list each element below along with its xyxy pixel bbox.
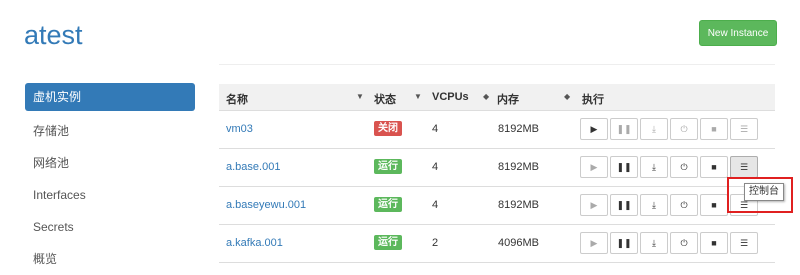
pause-button[interactable]: ❚❚	[610, 156, 638, 178]
sidebar-item-overview[interactable]: 概览	[25, 243, 195, 275]
sidebar-item-instances[interactable]: 虚机实例	[25, 83, 195, 111]
shutdown-button[interactable]: ⏻	[670, 232, 698, 254]
force-off-button[interactable]: ■	[700, 156, 728, 178]
download-icon: ⤓	[652, 161, 656, 172]
status-badge: 关闭	[374, 121, 402, 136]
table-row: a.base.001 运行 4 8192MB ▶ ❚❚ ⤓ ⏻ ■ ☰	[219, 149, 775, 187]
sidebar-item-storage-pools[interactable]: 存储池	[25, 115, 195, 147]
sort-icon[interactable]: ▼	[356, 92, 364, 101]
sidebar-item-network-pools[interactable]: 网络池	[25, 147, 195, 179]
console-icon: ☰	[739, 123, 749, 134]
start-button[interactable]: ▶	[580, 194, 608, 216]
start-button[interactable]: ▶	[580, 156, 608, 178]
sidebar-item-interfaces[interactable]: Interfaces	[25, 179, 195, 211]
play-icon: ▶	[590, 199, 598, 210]
play-icon: ▶	[590, 237, 598, 248]
pause-button[interactable]: ❚❚	[610, 118, 638, 140]
save-button[interactable]: ⤓	[640, 156, 668, 178]
stop-icon: ■	[711, 200, 717, 210]
pause-icon: ❚❚	[616, 199, 632, 210]
column-header-name[interactable]: 名称	[226, 91, 248, 107]
instance-name-link[interactable]: a.kafka.001	[226, 237, 283, 249]
sort-icon[interactable]: ▼	[414, 92, 422, 101]
power-icon: ⏻	[680, 199, 688, 210]
force-off-button[interactable]: ■	[700, 194, 728, 216]
instances-table: 名称 ▼ 状态 ▼ VCPUs ◆ 内存 ◆ 执行 vm03 关闭 4 8192…	[219, 84, 775, 263]
status-badge: 运行	[374, 159, 402, 174]
save-button[interactable]: ⤓	[640, 232, 668, 254]
vcpus-value: 4	[432, 161, 439, 173]
table-header: 名称 ▼ 状态 ▼ VCPUs ◆ 内存 ◆ 执行	[219, 84, 775, 111]
memory-value: 4096MB	[498, 237, 539, 249]
pause-button[interactable]: ❚❚	[610, 232, 638, 254]
pause-icon: ❚❚	[616, 123, 632, 134]
console-icon: ☰	[739, 161, 749, 172]
vcpus-value: 4	[432, 199, 439, 211]
status-badge: 运行	[374, 235, 402, 250]
column-header-vcpus[interactable]: VCPUs	[432, 91, 469, 103]
table-row: vm03 关闭 4 8192MB ▶ ❚❚ ⤓ ⏻ ■ ☰	[219, 111, 775, 149]
status-badge: 运行	[374, 197, 402, 212]
stop-icon: ■	[711, 238, 717, 248]
table-row: a.baseyewu.001 运行 4 8192MB ▶ ❚❚ ⤓ ⏻ ■ ☰	[219, 187, 775, 225]
sort-icon[interactable]: ◆	[564, 92, 570, 101]
instance-name-link[interactable]: a.base.001	[226, 161, 280, 173]
vcpus-value: 4	[432, 123, 439, 135]
pause-icon: ❚❚	[616, 237, 632, 248]
power-icon: ⏻	[680, 161, 688, 172]
column-header-actions: 执行	[582, 94, 604, 106]
sidebar: 虚机实例 存储池 网络池 Interfaces Secrets 概览	[25, 83, 195, 275]
console-button[interactable]: ☰	[730, 156, 758, 178]
shutdown-button[interactable]: ⏻	[670, 156, 698, 178]
save-button[interactable]: ⤓	[640, 194, 668, 216]
save-button[interactable]: ⤓	[640, 118, 668, 140]
console-button[interactable]: ☰	[730, 232, 758, 254]
play-icon: ▶	[590, 123, 598, 134]
play-icon: ▶	[590, 161, 598, 172]
console-icon: ☰	[739, 237, 749, 248]
pause-icon: ❚❚	[616, 161, 632, 172]
console-button[interactable]: ☰	[730, 118, 758, 140]
power-icon: ⏻	[680, 237, 688, 248]
stop-icon: ■	[711, 124, 717, 134]
new-instance-button[interactable]: New Instance	[699, 20, 777, 46]
stop-icon: ■	[711, 162, 717, 172]
sidebar-item-secrets[interactable]: Secrets	[25, 211, 195, 243]
page-title: atest	[24, 20, 83, 50]
memory-value: 8192MB	[498, 199, 539, 211]
header-divider	[219, 64, 775, 65]
download-icon: ⤓	[652, 123, 656, 134]
action-buttons: ▶ ❚❚ ⤓ ⏻ ■ ☰	[580, 118, 760, 140]
power-icon: ⏻	[680, 123, 688, 134]
force-off-button[interactable]: ■	[700, 232, 728, 254]
start-button[interactable]: ▶	[580, 118, 608, 140]
column-header-status[interactable]: 状态	[374, 91, 396, 107]
column-header-memory[interactable]: 内存	[497, 91, 519, 107]
download-icon: ⤓	[652, 199, 656, 210]
action-buttons: ▶ ❚❚ ⤓ ⏻ ■ ☰	[580, 156, 760, 178]
highlight-box	[727, 177, 793, 213]
table-row: a.kafka.001 运行 2 4096MB ▶ ❚❚ ⤓ ⏻ ■ ☰	[219, 225, 775, 263]
vcpus-value: 2	[432, 237, 439, 249]
memory-value: 8192MB	[498, 161, 539, 173]
instance-name-link[interactable]: a.baseyewu.001	[226, 199, 306, 211]
shutdown-button[interactable]: ⏻	[670, 118, 698, 140]
download-icon: ⤓	[652, 237, 656, 248]
shutdown-button[interactable]: ⏻	[670, 194, 698, 216]
start-button[interactable]: ▶	[580, 232, 608, 254]
force-off-button[interactable]: ■	[700, 118, 728, 140]
pause-button[interactable]: ❚❚	[610, 194, 638, 216]
action-buttons: ▶ ❚❚ ⤓ ⏻ ■ ☰	[580, 232, 760, 254]
instance-name-link[interactable]: vm03	[226, 123, 253, 135]
memory-value: 8192MB	[498, 123, 539, 135]
sort-icon[interactable]: ◆	[483, 92, 489, 101]
